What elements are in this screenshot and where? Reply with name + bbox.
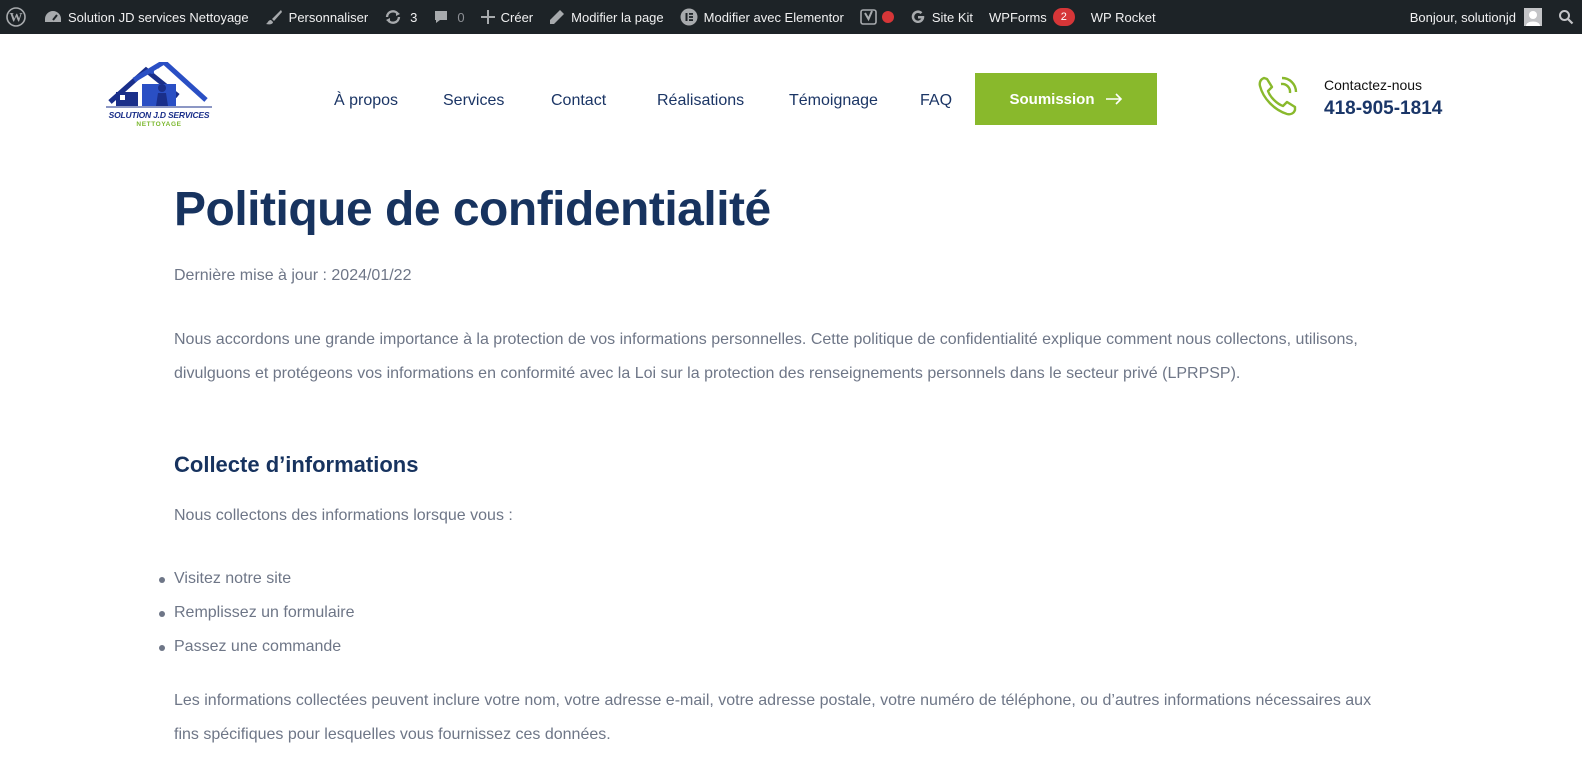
elementor-icon (680, 8, 698, 26)
wpforms-badge: 2 (1052, 8, 1075, 26)
page-title: Politique de confidentialité (174, 183, 771, 236)
wp-rocket-menu[interactable]: WP Rocket (1083, 0, 1164, 34)
logo-house-icon (106, 58, 212, 108)
edit-elementor-label: Modifier avec Elementor (703, 9, 844, 25)
nav-item-faq[interactable]: FAQ (920, 92, 952, 110)
soumission-button[interactable]: Soumission (975, 73, 1157, 125)
edit-page-label: Modifier la page (571, 9, 664, 25)
yoast-icon (860, 8, 878, 26)
logo-title: SOLUTION J.D SERVICES (108, 110, 210, 120)
google-icon (910, 9, 926, 25)
dashboard-icon (44, 9, 62, 25)
comment-icon (433, 9, 449, 25)
list-item: Remplissez un formulaire (159, 596, 355, 630)
customize-menu[interactable]: Personnaliser (257, 0, 377, 34)
new-content-menu[interactable]: Créer (473, 0, 542, 34)
wordpress-icon: W (6, 7, 26, 27)
updates-icon (384, 9, 402, 25)
nav-item-temoignage[interactable]: Témoignage (789, 92, 878, 110)
yoast-menu[interactable] (852, 0, 902, 34)
new-label: Créer (500, 9, 534, 25)
yoast-status-dot (881, 11, 894, 23)
search-icon (1558, 9, 1574, 25)
list-item: Passez une commande (159, 630, 355, 664)
site-header: SOLUTION J.D SERVICES NETTOYAGE À propos… (0, 34, 1582, 164)
collect-intro: Nous collectons des informations lorsque… (174, 507, 513, 524)
last-updated: Dernière mise à jour : 2024/01/22 (174, 267, 412, 284)
brush-icon (265, 9, 283, 25)
logo-subtitle: NETTOYAGE (136, 121, 182, 128)
my-account-menu[interactable]: Bonjour, solutionjd (1402, 0, 1550, 34)
section-heading-collect: Collecte d’informations (174, 452, 419, 477)
contact-label: Contactez-nous (1324, 77, 1423, 93)
intro-paragraph: Nous accordons une grande importance à l… (174, 331, 1358, 382)
wp-logo-menu[interactable]: W (0, 0, 36, 34)
site-kit-menu[interactable]: Site Kit (902, 0, 981, 34)
nav-item-services[interactable]: Services (443, 92, 504, 110)
collected-info-paragraph: Les informations collectées peuvent incl… (174, 692, 1372, 743)
list-item: Visitez notre site (159, 562, 355, 596)
avatar-icon (1524, 8, 1542, 26)
nav-item-a-propos[interactable]: À propos (334, 92, 398, 110)
site-name-menu[interactable]: Solution JD services Nettoyage (36, 0, 257, 34)
collect-list: Visitez notre site Remplissez un formula… (159, 562, 355, 664)
site-logo[interactable]: SOLUTION J.D SERVICES NETTOYAGE (106, 58, 212, 136)
updates-count: 3 (410, 9, 418, 25)
soumission-label: Soumission (1009, 90, 1095, 108)
updates-menu[interactable]: 3 (376, 0, 425, 34)
edit-elementor-menu[interactable]: Modifier avec Elementor (672, 0, 852, 34)
pencil-icon (549, 9, 565, 25)
nav-item-contact[interactable]: Contact (551, 92, 606, 110)
wp-admin-bar: W Solution JD services Nettoyage Personn… (0, 0, 1582, 34)
admin-search[interactable] (1550, 0, 1582, 34)
plus-icon (480, 10, 495, 24)
arrow-right-icon (1105, 93, 1123, 105)
phone-icon (1256, 74, 1300, 118)
site-kit-label: Site Kit (931, 9, 973, 25)
contact-phone-link[interactable]: 418-905-1814 (1324, 98, 1442, 120)
comments-menu[interactable]: 0 (425, 0, 472, 34)
wp-rocket-label: WP Rocket (1090, 9, 1156, 25)
site-name: Solution JD services Nettoyage (68, 9, 249, 25)
wpforms-label: WPForms (989, 9, 1047, 25)
svg-text:W: W (10, 10, 23, 25)
greeting-label: Bonjour, solutionjd (1409, 9, 1516, 25)
wpforms-menu[interactable]: WPForms 2 (981, 0, 1083, 34)
comments-count: 0 (457, 9, 465, 25)
nav-item-realisations[interactable]: Réalisations (657, 92, 744, 110)
customize-label: Personnaliser (288, 9, 369, 25)
edit-page-menu[interactable]: Modifier la page (541, 0, 672, 34)
